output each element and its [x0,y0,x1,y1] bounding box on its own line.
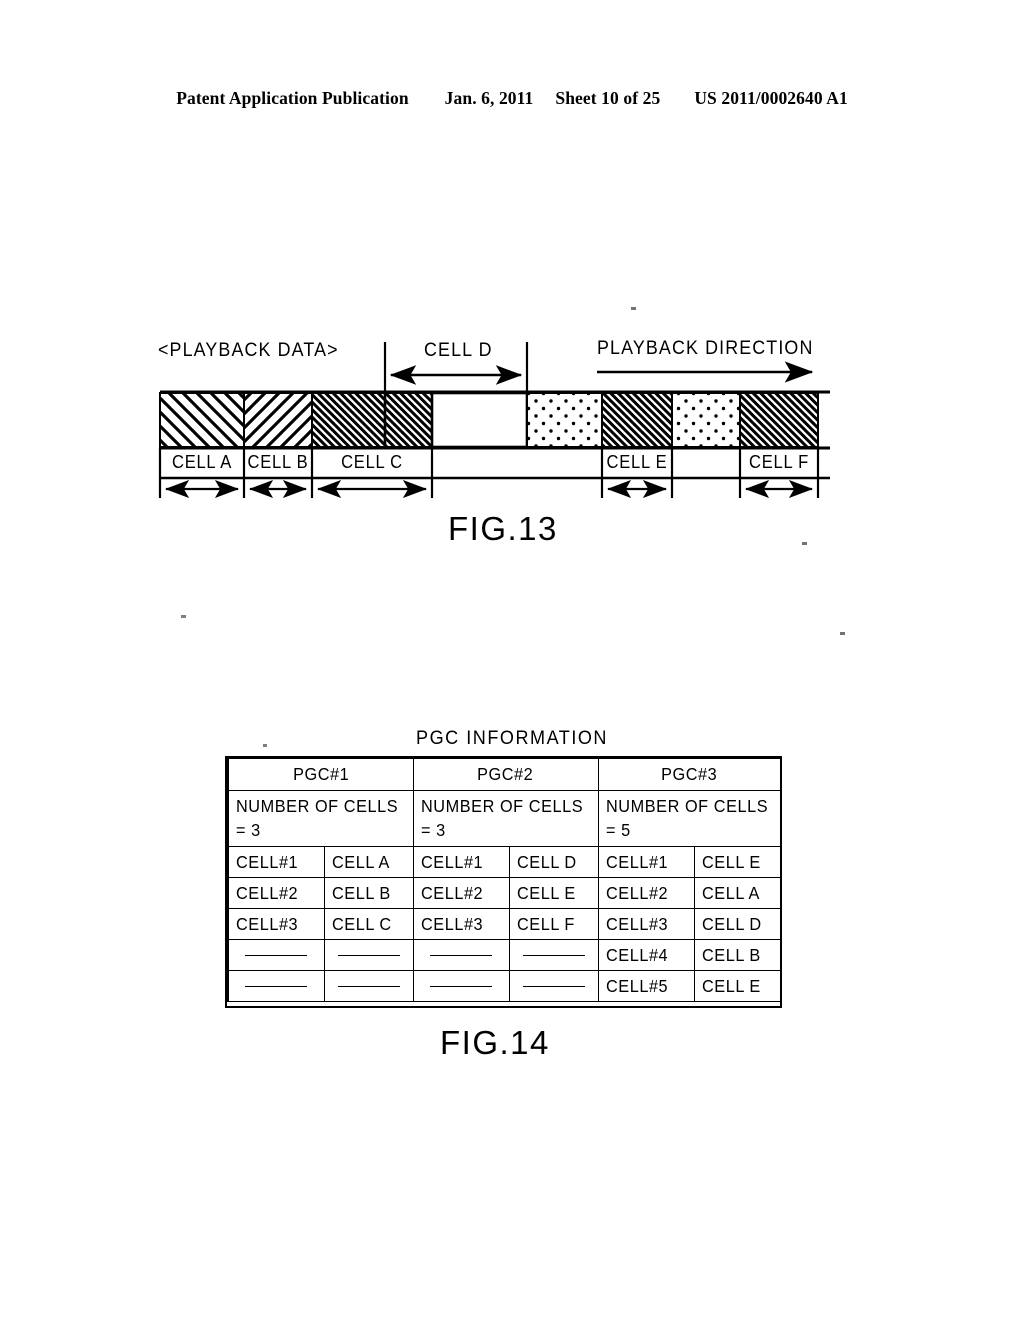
cell-e-label: CELL E [606,452,668,472]
playback-data-bar [159,391,819,449]
table-row: CELL#3 CELL C CELL#3 CELL F CELL#3 CELL … [227,908,783,940]
cell-f-label: CELL F [749,452,809,472]
cell-c-label: CELL C [341,452,403,472]
cell-a-label: CELL A [172,452,232,472]
pgc3-cell-value-5: CELL E [693,970,783,1002]
pgc2-header: PGC#2 [412,758,599,791]
pgc1-number-of-cells: NUMBER OF CELLS = 3 [226,790,414,847]
pgc3-cell-index-1: CELL#1 [597,846,695,878]
pgc3-cell-index-5: CELL#5 [597,970,695,1002]
dotted-segment-2 [671,392,741,448]
pgc1-cell-value-3: CELL C [323,908,414,940]
table-row: CELL#2 CELL B CELL#2 CELL E CELL#2 CELL … [227,877,783,909]
pgc2-cell-value-2: CELL E [508,877,599,909]
scan-speck [181,615,186,618]
pgc3-number-of-cells: NUMBER OF CELLS = 5 [597,790,783,847]
pgc2-cell-value-1: CELL D [508,846,599,878]
number-of-cells-row: NUMBER OF CELLS = 3 NUMBER OF CELLS = 3 … [226,790,783,847]
table-row: CELL#1 CELL A CELL#1 CELL D CELL#1 CELL … [227,846,783,878]
cell-b-segment [243,392,313,448]
pgc3-cell-value-2: CELL A [693,877,783,909]
pgc2-cell-index-1: CELL#1 [412,846,510,878]
pgc-information-table: PGC#1 PGC#2 PGC#3 NUMBER OF CELLS = 3 NU… [226,758,783,1002]
pgc1-cell-value-4-empty [323,939,414,971]
cell-e-segment [601,392,673,448]
pgc1-cell-value-5-empty [323,970,414,1002]
playback-data-label: <PLAYBACK DATA> [158,340,339,361]
table-row: CELL#4 CELL B [227,939,783,971]
cell-d-white-segment [430,391,529,449]
table-row: CELL#5 CELL E [227,970,783,1002]
pgc2-cell-index-5-empty [412,970,510,1002]
pgc2-cell-index-2: CELL#2 [412,877,510,909]
pgc2-cell-value-4-empty [508,939,599,971]
table-header-row: PGC#1 PGC#2 PGC#3 [226,758,783,791]
pgc-information-title-text: PGC INFORMATION [416,728,608,749]
pgc1-cell-index-3: CELL#3 [227,908,325,940]
pgc1-cell-index-2: CELL#2 [227,877,325,909]
cell-f-segment [739,392,819,448]
pgc3-cell-value-3: CELL D [693,908,783,940]
pgc2-number-of-cells: NUMBER OF CELLS = 3 [412,790,599,847]
playback-direction-label: PLAYBACK DIRECTION [597,338,814,359]
pgc1-cell-index-5-empty [227,970,325,1002]
pgc3-cell-index-2: CELL#2 [597,877,695,909]
pgc2-cell-value-3: CELL F [508,908,599,940]
pgc2-cell-index-3: CELL#3 [412,908,510,940]
figure-13-caption: FIG.13 [448,510,558,547]
pgc1-cell-value-1: CELL A [323,846,414,878]
cell-b-label: CELL B [247,452,309,472]
figure-13: <PLAYBACK DATA> CELL D PLAYBACK DIRECTIO… [0,0,1024,1320]
pgc1-cell-value-2: CELL B [323,877,414,909]
cell-c-segment [311,392,433,448]
pgc3-cell-index-3: CELL#3 [597,908,695,940]
pgc2-cell-value-5-empty [508,970,599,1002]
scan-speck [802,542,807,545]
pgc3-cell-value-1: CELL E [693,846,783,878]
figure-14-caption: FIG.14 [440,1024,550,1061]
pgc3-header: PGC#3 [597,758,783,791]
cell-a-segment [159,392,245,448]
pgc2-cell-index-4-empty [412,939,510,971]
cell-d-label: CELL D [424,340,493,361]
pgc1-cell-index-1: CELL#1 [227,846,325,878]
pgc3-cell-value-4: CELL B [693,939,783,971]
figure-13-drawing [158,307,845,747]
pgc3-cell-index-4: CELL#4 [597,939,695,971]
pgc1-cell-index-4-empty [227,939,325,971]
dotted-segment-1 [526,392,603,448]
scan-speck [631,307,636,310]
pgc-information-title: PGC INFORMATION [0,728,1024,750]
pgc1-header: PGC#1 [226,758,414,791]
scan-speck [840,632,845,635]
